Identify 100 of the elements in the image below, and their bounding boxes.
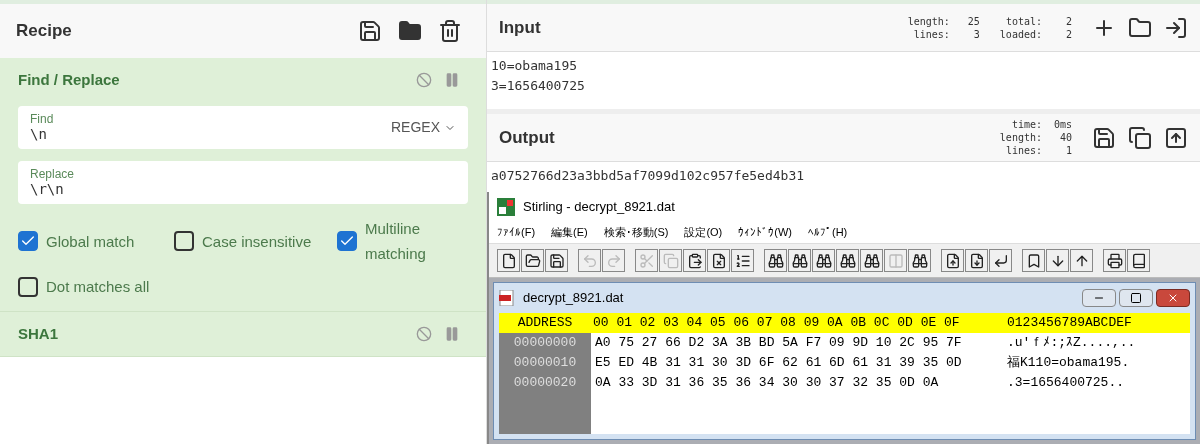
- stat-value: 3: [972, 27, 980, 41]
- menu-item[interactable]: 検索･移動(S): [603, 224, 669, 241]
- offset-headings: 00 01 02 03 04 05 06 07 08 09 0A 0B 0C 0D 0E 0F: [592, 314, 961, 332]
- save-icon[interactable]: [358, 19, 382, 43]
- book-icon: [1130, 252, 1147, 269]
- stat-value: 25: [966, 14, 980, 28]
- stat-label: length:: [907, 14, 950, 28]
- copy-icon[interactable]: [1128, 125, 1152, 150]
- address-cell-text: 00000020: [512, 374, 578, 392]
- menu-item[interactable]: ﾍﾙﾌﾟ(H): [808, 224, 848, 241]
- toolbar-button[interactable]: [908, 249, 931, 272]
- menu-item[interactable]: ﾌｧｲﾙ(F): [497, 224, 536, 241]
- clipboard-icon: [686, 252, 703, 269]
- folder-icon[interactable]: [398, 19, 422, 43]
- redo-icon: [605, 252, 622, 269]
- option-label: Global match: [46, 231, 135, 252]
- app-logo-icon: [497, 198, 515, 216]
- binoculars-icon: [839, 252, 856, 269]
- maximize-button[interactable]: [1119, 289, 1153, 307]
- stat-label: total:: [1005, 14, 1042, 28]
- input-text-line: 3=1656400725: [491, 77, 586, 95]
- undo-icon: [581, 252, 598, 269]
- return-icon: [992, 252, 1009, 269]
- binoculars-icon: [791, 252, 808, 269]
- folder-icon[interactable]: [1128, 15, 1152, 40]
- import-icon[interactable]: [1164, 15, 1188, 40]
- close-button[interactable]: [1156, 289, 1190, 307]
- ascii-text: .u'ｆﾒ:;ｽZ....,..: [1007, 334, 1136, 352]
- toolbar-button[interactable]: [941, 249, 964, 272]
- toolbar-button[interactable]: [683, 249, 706, 272]
- toolbar-button[interactable]: [1046, 249, 1069, 272]
- checkbox[interactable]: [18, 276, 38, 297]
- menu-item[interactable]: 編集(E): [551, 224, 588, 241]
- toolbar-button[interactable]: [836, 249, 859, 272]
- checkbox[interactable]: [174, 231, 194, 251]
- stat-label: loaded:: [999, 27, 1042, 41]
- stat-label: lines:: [913, 27, 950, 41]
- toolbar-button[interactable]: [1070, 249, 1093, 272]
- stat-value: 40: [1058, 131, 1072, 144]
- page-down-icon: [968, 252, 985, 269]
- operation-title: Find / Replace: [18, 69, 120, 90]
- toolbar-button[interactable]: [989, 249, 1012, 272]
- text-heading: 0123456789ABCDEF: [1006, 314, 1132, 332]
- stat-value: 2: [1064, 14, 1072, 28]
- stat-label: lines:: [1005, 144, 1042, 157]
- save-icon[interactable]: [1092, 125, 1116, 150]
- hex-bytes: E5 ED 4B 31 31 30 3D 6F 62 61 6D 61 31 39 35 0D: [595, 354, 963, 372]
- toolbar-button[interactable]: [1022, 249, 1045, 272]
- toolbar-button[interactable]: [860, 249, 883, 272]
- checkbox[interactable]: [18, 231, 38, 251]
- maximize-icon: [1130, 292, 1142, 304]
- address-cell-text: 00000000: [512, 334, 578, 352]
- toolbar-button[interactable]: [497, 249, 520, 272]
- option-label: Multiline matching: [365, 219, 427, 264]
- text-field[interactable]: Replace \r\n: [18, 161, 468, 204]
- field-value: \r\n: [30, 181, 65, 198]
- ascii-text: .3=1656400725..: [1007, 374, 1126, 392]
- hex-bytes: A0 75 27 66 D2 3A 3B BD 5A F7 09 9D 10 2C 95 7F: [595, 334, 963, 352]
- toolbar-button[interactable]: [545, 249, 568, 272]
- stat-value: 0ms: [1052, 118, 1072, 131]
- toolbar-button[interactable]: [965, 249, 988, 272]
- stat-value: 1: [1064, 144, 1072, 157]
- list-icon: [734, 252, 751, 269]
- field-label: Replace: [30, 167, 75, 181]
- binoculars-icon: [911, 252, 928, 269]
- binoculars-icon: [815, 252, 832, 269]
- columns-icon: [887, 252, 904, 269]
- toolbar-button[interactable]: [707, 249, 730, 272]
- regex-dropdown[interactable]: REGEX: [391, 117, 456, 138]
- menu-item[interactable]: 設定(O): [684, 224, 723, 241]
- address-cell-text: 00000010: [512, 354, 578, 372]
- toolbar-button[interactable]: [1127, 249, 1150, 272]
- toolbar-button[interactable]: [521, 249, 544, 272]
- checkbox[interactable]: [337, 231, 357, 251]
- new-file-icon: [500, 252, 517, 269]
- field-value: \n: [30, 126, 48, 143]
- window-title: Stirling - decrypt_8921.dat: [523, 198, 675, 217]
- toolbar-button[interactable]: [731, 249, 754, 272]
- panel-title: Recipe: [16, 20, 72, 43]
- stat-label: length:: [999, 131, 1042, 144]
- floppy-icon: [548, 252, 565, 269]
- toolbar-button[interactable]: [764, 249, 787, 272]
- menu-item[interactable]: ｳｨﾝﾄﾞｳ(W): [738, 224, 792, 241]
- page-up-icon: [944, 252, 961, 269]
- operation-title: SHA1: [18, 323, 58, 344]
- delete-icon[interactable]: [438, 19, 462, 43]
- replace-input-icon[interactable]: [1164, 125, 1188, 150]
- text-field[interactable]: Find \n REGEX: [18, 106, 468, 149]
- hex-bytes: 0A 33 3D 31 36 35 36 34 30 30 37 32 35 0D 0A: [595, 374, 940, 392]
- folder-icon: [524, 252, 541, 269]
- toolbar-button[interactable]: [788, 249, 811, 272]
- toolbar-button[interactable]: [812, 249, 835, 272]
- printer-icon: [1106, 252, 1123, 269]
- input-text-line: 10=obama195: [491, 57, 579, 75]
- ascii-text: 福K110=obama195.: [1007, 354, 1131, 372]
- file-delete-icon: [710, 252, 727, 269]
- output-text-line: a0752766d23a3bbd5af7099d102c957fe5ed4b31: [491, 167, 806, 185]
- toolbar-button[interactable]: [1103, 249, 1126, 272]
- address-heading: ADDRESS: [516, 314, 574, 332]
- option-label: Case insensitive: [202, 231, 312, 252]
